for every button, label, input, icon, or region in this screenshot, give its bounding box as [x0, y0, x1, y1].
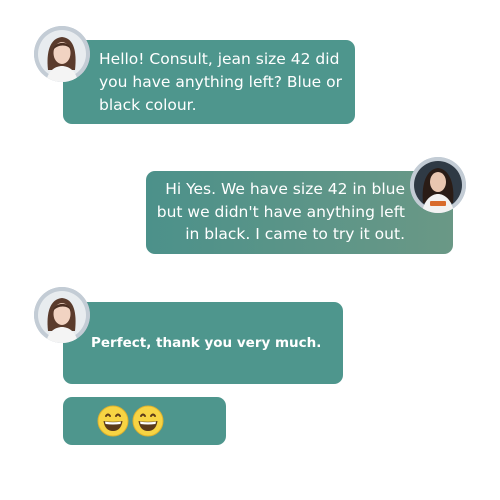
message-bubble-incoming: Hello! Consult, jean size 42 did you hav…	[63, 40, 355, 124]
message-bubble-incoming: Perfect, thank you very much.	[63, 302, 343, 384]
grinning-face-emoji-icon	[97, 405, 129, 437]
chat-thread: Hello! Consult, jean size 42 did you hav…	[0, 0, 500, 500]
message-bubble-outgoing: Hi Yes. We have size 42 in blue but we d…	[146, 171, 453, 254]
message-text: Hello! Consult, jean size 42 did you hav…	[99, 50, 342, 114]
woman-portrait-icon	[34, 287, 90, 343]
woman-portrait-icon	[410, 157, 466, 213]
message-text: Perfect, thank you very much.	[91, 335, 322, 351]
avatar[interactable]	[34, 287, 90, 343]
message-bubble-emoji	[63, 397, 226, 445]
avatar[interactable]	[410, 157, 466, 213]
woman-portrait-icon	[34, 26, 90, 82]
avatar[interactable]	[34, 26, 90, 82]
grinning-face-emoji-icon	[132, 405, 164, 437]
message-text: Hi Yes. We have size 42 in blue but we d…	[156, 180, 405, 243]
